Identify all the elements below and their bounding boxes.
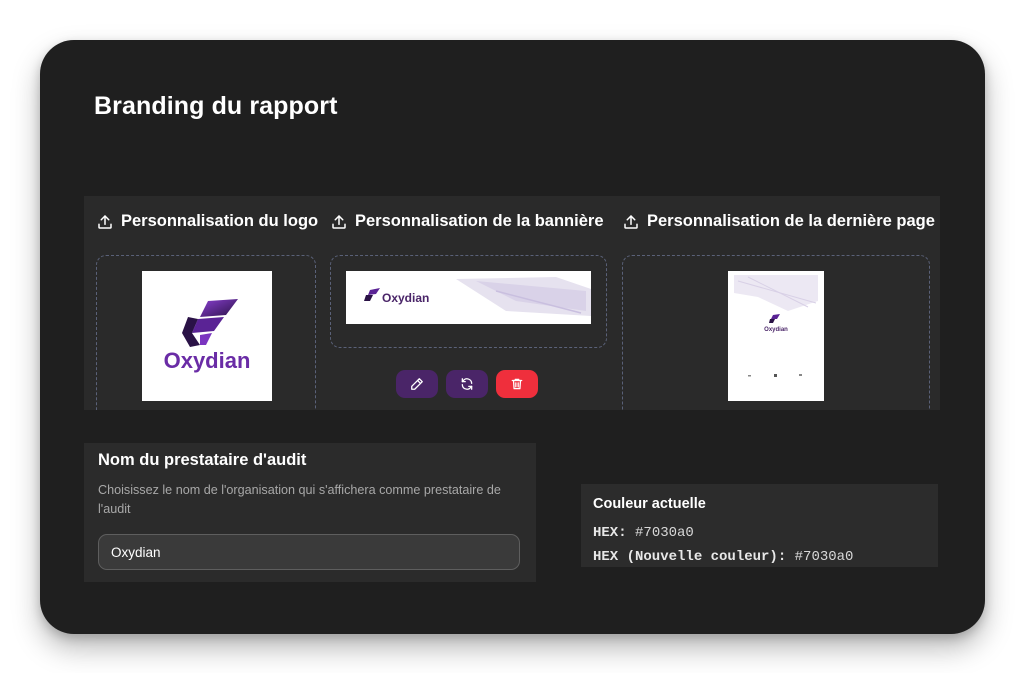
- last-page-brand-text: Oxydian: [764, 327, 788, 333]
- upload-icon: [624, 214, 638, 229]
- logo-dropzone[interactable]: Oxydian: [96, 255, 316, 410]
- banner-upload-header[interactable]: Personnalisation de la bannière: [330, 212, 604, 231]
- upload-icon: [332, 214, 346, 229]
- trash-icon: [511, 378, 523, 390]
- uploads-section: Personnalisation du logo Oxydian Personn…: [84, 196, 940, 410]
- page-title: Branding du rapport: [94, 92, 338, 120]
- new-hex-line: HEX (Nouvelle couleur): #7030a0: [593, 549, 853, 565]
- logo-brand-text: Oxydian: [164, 348, 251, 373]
- oxydian-logo-icon: Oxydian: [164, 299, 251, 373]
- logo-upload-header[interactable]: Personnalisation du logo: [96, 212, 318, 231]
- audit-provider-input[interactable]: [98, 534, 520, 570]
- refresh-icon: [461, 378, 473, 390]
- new-hex-value: #7030a0: [794, 549, 854, 565]
- hex-value: #7030a0: [635, 525, 694, 541]
- audit-provider-section: Nom du prestataire d'audit Choisissez le…: [84, 443, 536, 582]
- banner-brand-text: Oxydian: [382, 291, 429, 305]
- hex-label: HEX:: [593, 525, 627, 541]
- audit-provider-description: Choisissez le nom de l'organisation qui …: [98, 483, 501, 516]
- banner-upload-label: Personnalisation de la bannière: [355, 212, 604, 230]
- delete-banner-button[interactable]: [496, 370, 538, 398]
- banner-preview: Oxydian: [346, 271, 591, 324]
- last-page-image-icon: Oxydian: [734, 275, 818, 377]
- banner-actions: [396, 370, 538, 398]
- edit-banner-button[interactable]: [396, 370, 438, 398]
- banner-dropzone[interactable]: Oxydian: [330, 255, 607, 348]
- current-color-panel: Couleur actuelle HEX: #7030a0 HEX (Nouve…: [581, 484, 938, 567]
- current-color-title: Couleur actuelle: [593, 496, 706, 512]
- new-hex-label: HEX (Nouvelle couleur):: [593, 549, 787, 565]
- logo-upload-label: Personnalisation du logo: [121, 212, 319, 230]
- banner-column: Personnalisation de la bannière Oxydian: [330, 196, 608, 410]
- upload-icon: [98, 214, 112, 229]
- pencil-icon: [411, 378, 423, 390]
- last-page-dropzone[interactable]: Oxydian: [622, 255, 930, 410]
- last-page-column: Personnalisation de la dernière page Oxy…: [622, 196, 935, 410]
- last-page-upload-header[interactable]: Personnalisation de la dernière page: [622, 212, 935, 231]
- last-page-preview: Oxydian: [728, 271, 824, 401]
- logo-column: Personnalisation du logo Oxydian: [96, 196, 318, 410]
- hex-line: HEX: #7030a0: [593, 525, 694, 541]
- banner-image-icon: Oxydian: [364, 277, 591, 316]
- last-page-upload-label: Personnalisation de la dernière page: [647, 212, 935, 230]
- audit-provider-title: Nom du prestataire d'audit: [98, 451, 307, 469]
- logo-preview: Oxydian: [142, 271, 272, 401]
- branding-card: Branding du rapport Personnalisation du …: [40, 40, 985, 634]
- replace-banner-button[interactable]: [446, 370, 488, 398]
